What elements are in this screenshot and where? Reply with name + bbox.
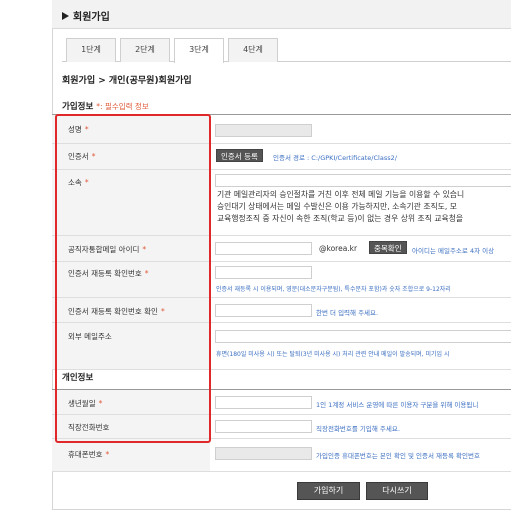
tab-step-3[interactable]: 3단계 <box>174 38 224 63</box>
mobile-input[interactable] <box>215 447 312 460</box>
row-divider <box>52 235 511 236</box>
table-top-line <box>52 114 511 115</box>
row-divider <box>52 414 511 415</box>
required-mark: * <box>105 450 110 459</box>
row-divider <box>52 261 511 262</box>
certificate-label: 인증서 * <box>68 151 95 162</box>
mobile-label-text: 휴대폰번호 <box>68 450 103 459</box>
birth-hint: 1인 1계정 서비스 운영에 따른 이용자 구분을 위해 이용됩니 <box>316 401 479 409</box>
step-tabs: 1단계 2단계 3단계 4단계 <box>62 38 511 63</box>
name-input[interactable] <box>215 124 312 137</box>
row-divider <box>52 322 511 323</box>
name-label: 성명 * <box>68 124 89 135</box>
row-divider <box>52 471 511 472</box>
row-divider <box>52 169 511 170</box>
required-mark: * <box>98 399 103 408</box>
external-email-label: 외부 메일주소 <box>68 332 112 341</box>
register-certificate-button[interactable]: 인증서 등록 <box>216 149 263 162</box>
email-id-label-text: 공직자통합메일 아이디 <box>68 245 140 254</box>
birth-label: 생년월일 * <box>68 398 102 409</box>
header-bar <box>52 0 511 29</box>
affiliation-label-text: 소속 <box>68 178 82 187</box>
cert-pw-input[interactable] <box>215 266 312 279</box>
rewrite-button[interactable]: 다시쓰기 <box>366 482 428 500</box>
external-email-input[interactable] <box>215 330 511 343</box>
row-divider <box>52 369 511 370</box>
office-phone-hint: 직장전화번호를 기입해 주세요. <box>316 425 400 433</box>
office-phone-input[interactable] <box>215 420 312 433</box>
certificate-label-text: 인증서 <box>68 152 89 161</box>
affiliation-notice-2: 승인대기 상태에서는 메일 수발신은 이용 가능하지만, 소속기관 조직도, 모 <box>217 202 457 211</box>
certificate-path-hint: 인증서 경로 : C:/GPKI/Certificate/Class2/ <box>273 154 397 162</box>
affiliation-notice-3: 교육행정조직 중 자신이 속한 조직(학교 등)이 없는 경우 상위 조직 교육… <box>217 214 464 223</box>
external-email-hint: 휴면(180일 미사용 시) 또는 탈퇴(3년 미사용 시) 처리 관련 안내 … <box>216 351 450 358</box>
email-id-label: 공직자통합메일 아이디 * <box>68 244 146 255</box>
required-note: *: 필수입력 정보 <box>96 102 149 111</box>
required-mark: * <box>144 269 149 278</box>
join-button[interactable]: 가입하기 <box>297 482 360 500</box>
required-mark: * <box>142 245 147 254</box>
signup-info-title-text: 가입정보 <box>62 102 94 112</box>
required-mark: * <box>160 307 165 316</box>
cert-pw-hint: 인증서 재등록 시 이용되며, 영문(대소문자구분됨), 특수문자 포함)과 숫… <box>216 286 451 293</box>
row-divider <box>52 143 511 144</box>
tab-step-1[interactable]: 1단계 <box>66 38 116 62</box>
duplicate-check-button[interactable]: 중복확인 <box>369 241 407 254</box>
triangle-icon <box>62 12 69 20</box>
email-id-hint: 아이디는 메일주소로 4자 이상 <box>412 247 495 255</box>
affiliation-input[interactable] <box>215 174 511 187</box>
signup-info-title: 가입정보 *: 필수입력 정보 <box>62 100 149 112</box>
mobile-label: 휴대폰번호 * <box>68 449 109 460</box>
cert-pw-confirm-label-text: 인증서 재등록 확인번호 확인 <box>68 307 158 316</box>
personal-top-line <box>52 389 511 390</box>
row-divider <box>52 297 511 298</box>
office-phone-label: 직장전화번호 <box>68 423 110 432</box>
tab-step-2[interactable]: 2단계 <box>120 38 170 62</box>
row-divider <box>52 438 511 439</box>
affiliation-label: 소속 * <box>68 177 89 188</box>
birth-label-text: 생년월일 <box>68 399 96 408</box>
page-header: 회원가입 <box>62 8 110 23</box>
header-title: 회원가입 <box>73 12 110 23</box>
affiliation-notice-1: 기관 메일관리자의 승인절차를 거친 이후 전체 메일 기능을 이용할 수 있습… <box>217 190 465 199</box>
email-domain: @korea.kr <box>319 244 358 253</box>
email-id-input[interactable] <box>215 242 312 255</box>
breadcrumb: 회원가입 > 개인(공무원)회원가입 <box>62 76 192 86</box>
mobile-hint: 가입인증 휴대폰번호는 본인 확인 및 인증서 재등록 확인번호 <box>316 452 480 460</box>
required-mark: * <box>84 178 89 187</box>
birth-input[interactable] <box>215 396 312 409</box>
tab-step-4[interactable]: 4단계 <box>228 38 278 62</box>
required-mark: * <box>91 152 96 161</box>
cert-pw-label-text: 인증서 재등록 확인번호 <box>68 269 142 278</box>
name-label-text: 성명 <box>68 125 82 134</box>
cert-pw-confirm-hint: 한번 더 입력해 주세요. <box>316 309 379 317</box>
personal-info-title: 개인정보 <box>62 373 94 383</box>
cert-pw-label: 인증서 재등록 확인번호 * <box>68 268 149 279</box>
cert-pw-confirm-input[interactable] <box>215 304 312 317</box>
required-mark: * <box>84 125 89 134</box>
cert-pw-confirm-label: 인증서 재등록 확인번호 확인 * <box>68 306 165 317</box>
